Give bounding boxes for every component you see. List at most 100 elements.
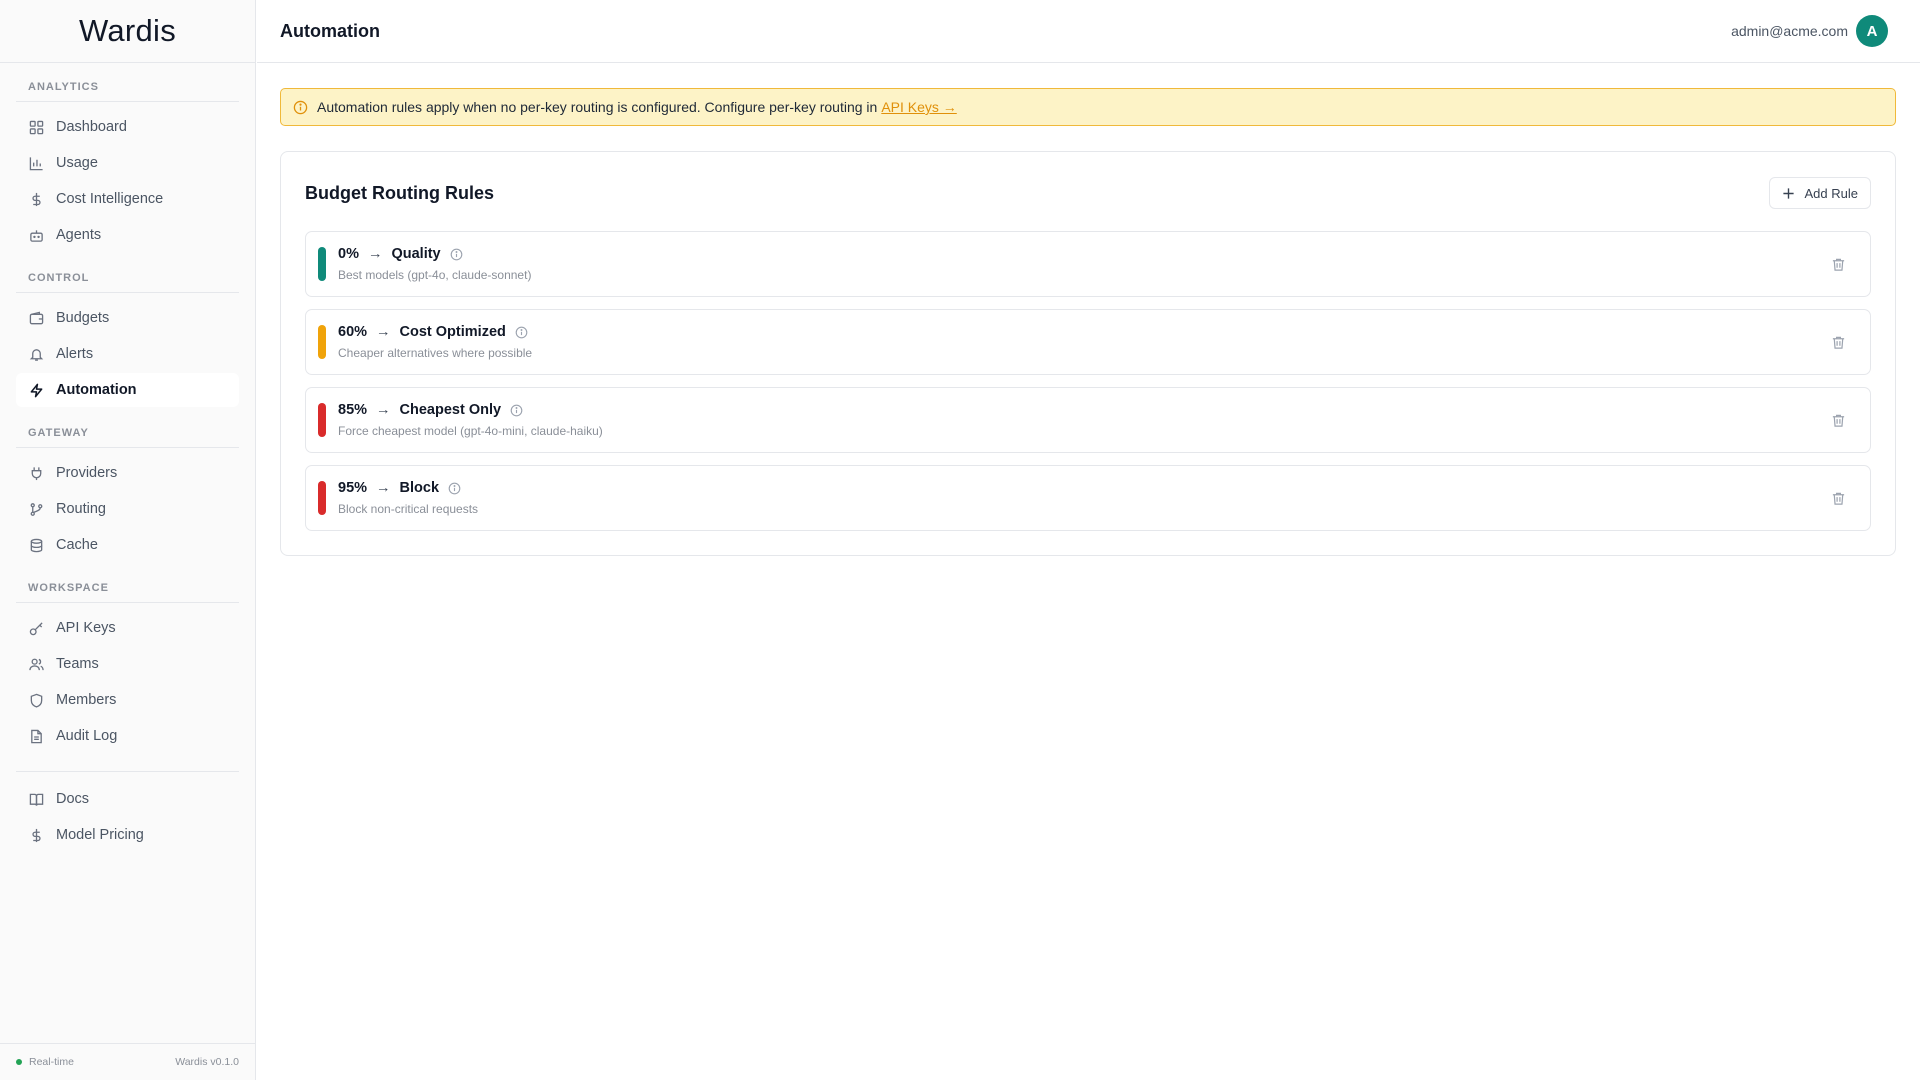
- dollar-icon: [28, 827, 44, 843]
- sidebar-item-label: API Keys: [56, 620, 116, 636]
- rule-name: Cost Optimized: [399, 324, 506, 340]
- info-icon[interactable]: [510, 404, 523, 417]
- sidebar-item-alerts[interactable]: Alerts: [16, 337, 239, 371]
- rule-threshold: 95%: [338, 480, 368, 496]
- rule-description: Force cheapest model (gpt-4o-mini, claud…: [338, 424, 603, 438]
- sidebar-item-label: Budgets: [56, 310, 110, 326]
- sidebar-item-model-pricing[interactable]: Model Pricing: [16, 818, 239, 852]
- wallet-icon: [28, 310, 44, 326]
- sidebar-item-routing[interactable]: Routing: [16, 492, 239, 526]
- trash-icon[interactable]: [1831, 413, 1846, 428]
- api-keys-link[interactable]: API Keys →: [881, 99, 956, 115]
- trash-icon[interactable]: [1831, 335, 1846, 350]
- sidebar-divider: [16, 771, 239, 772]
- users-icon: [28, 656, 44, 672]
- sidebar-item-cache[interactable]: Cache: [16, 528, 239, 562]
- sidebar-item-automation[interactable]: Automation: [16, 373, 239, 407]
- section-label: ANALYTICS: [16, 63, 239, 102]
- zap-icon: [28, 382, 44, 398]
- main-content: Automation rules apply when no per-key r…: [280, 88, 1896, 556]
- sidebar-item-label: Dashboard: [56, 119, 127, 135]
- sidebar-item-api-keys[interactable]: API Keys: [16, 611, 239, 645]
- rule-color-bar: [318, 403, 326, 437]
- rule-row: 85% → Cheapest Only Force cheapest model…: [305, 387, 1871, 453]
- file-text-icon: [28, 728, 44, 744]
- rule-name: Quality: [391, 246, 441, 262]
- sidebar-item-teams[interactable]: Teams: [16, 647, 239, 681]
- info-icon: [293, 100, 308, 115]
- rule-row: 0% → Quality Best models (gpt-4o, claude…: [305, 231, 1871, 297]
- sidebar-item-providers[interactable]: Providers: [16, 456, 239, 490]
- rule-color-bar: [318, 481, 326, 515]
- sidebar: Wardis ANALYTICS Dashboard Usage Cost In…: [0, 0, 256, 1080]
- sidebar-item-label: Teams: [56, 656, 99, 672]
- version-label: Wardis v0.1.0: [175, 1056, 239, 1068]
- user-menu[interactable]: admin@acme.com A: [1731, 15, 1888, 47]
- realtime-status: Real-time: [16, 1056, 74, 1068]
- rule-name: Cheapest Only: [399, 402, 502, 418]
- info-icon[interactable]: [515, 326, 528, 339]
- info-icon[interactable]: [448, 482, 461, 495]
- banner-text: Automation rules apply when no per-key r…: [317, 99, 878, 115]
- sidebar-item-usage[interactable]: Usage: [16, 146, 239, 180]
- avatar[interactable]: A: [1856, 15, 1888, 47]
- rule-body: 60% → Cost Optimized Cheaper alternative…: [338, 324, 1831, 360]
- page-title: Automation: [280, 20, 380, 41]
- sidebar-item-label: Model Pricing: [56, 827, 144, 843]
- rule-row: 95% → Block Block non-critical requests: [305, 465, 1871, 531]
- section-label: GATEWAY: [16, 409, 239, 448]
- sidebar-item-label: Cost Intelligence: [56, 191, 164, 207]
- sidebar-item-label: Providers: [56, 465, 118, 481]
- key-icon: [28, 620, 44, 636]
- rule-color-bar: [318, 247, 326, 281]
- card-title: Budget Routing Rules: [305, 182, 494, 203]
- nav-section-workspace: WORKSPACE API Keys Teams Members Audit L…: [0, 564, 255, 753]
- sidebar-item-members[interactable]: Members: [16, 683, 239, 717]
- nav-section-analytics: ANALYTICS Dashboard Usage Cost Intellige…: [0, 63, 255, 252]
- status-dot: [16, 1059, 22, 1066]
- section-label: WORKSPACE: [16, 564, 239, 603]
- sidebar-item-label: Docs: [56, 791, 90, 807]
- sidebar-item-dashboard[interactable]: Dashboard: [16, 110, 239, 144]
- sidebar-item-label: Automation: [56, 382, 137, 398]
- rule-description: Cheaper alternatives where possible: [338, 346, 533, 360]
- rule-name: Block: [399, 480, 440, 496]
- sidebar-item-audit-log[interactable]: Audit Log: [16, 719, 239, 753]
- card-header: Budget Routing Rules Add Rule: [305, 176, 1871, 210]
- rule-description: Best models (gpt-4o, claude-sonnet): [338, 268, 532, 282]
- sidebar-item-agents[interactable]: Agents: [16, 218, 239, 252]
- rule-threshold: 85%: [338, 402, 368, 418]
- top-bar: Automation admin@acme.com A: [257, 0, 1920, 63]
- info-icon[interactable]: [450, 248, 463, 261]
- rule-arrow: →: [376, 402, 391, 418]
- rule-arrow: →: [376, 324, 391, 340]
- trash-icon[interactable]: [1831, 491, 1846, 506]
- sidebar-item-label: Usage: [56, 155, 98, 171]
- nav-section-control: CONTROL Budgets Alerts Automation: [0, 254, 255, 407]
- rule-headline: 60% → Cost Optimized: [338, 324, 1831, 340]
- nav-section-bottom: Docs Model Pricing: [0, 782, 255, 852]
- section-label: CONTROL: [16, 254, 239, 293]
- bot-icon: [28, 227, 44, 243]
- add-rule-button[interactable]: Add Rule: [1768, 177, 1871, 209]
- dollar-icon: [28, 191, 44, 207]
- rule-headline: 0% → Quality: [338, 246, 1831, 262]
- trash-icon[interactable]: [1831, 257, 1846, 272]
- sidebar-item-docs[interactable]: Docs: [16, 782, 239, 816]
- sidebar-item-label: Agents: [56, 227, 102, 243]
- sidebar-item-label: Members: [56, 692, 117, 708]
- rules-list: 0% → Quality Best models (gpt-4o, claude…: [305, 231, 1871, 531]
- brand-logo[interactable]: Wardis: [0, 0, 255, 63]
- plug-icon: [28, 465, 44, 481]
- rule-arrow: →: [376, 480, 391, 496]
- status-label: Real-time: [29, 1056, 74, 1068]
- nav-section-gateway: GATEWAY Providers Routing Cache: [0, 409, 255, 562]
- rule-color-bar: [318, 325, 326, 359]
- sidebar-item-cost-intelligence[interactable]: Cost Intelligence: [16, 182, 239, 216]
- add-rule-label: Add Rule: [1804, 185, 1858, 201]
- rule-description: Block non-critical requests: [338, 502, 479, 516]
- database-icon: [28, 537, 44, 553]
- grid-icon: [28, 119, 44, 135]
- sidebar-item-budgets[interactable]: Budgets: [16, 301, 239, 335]
- rule-threshold: 60%: [338, 324, 368, 340]
